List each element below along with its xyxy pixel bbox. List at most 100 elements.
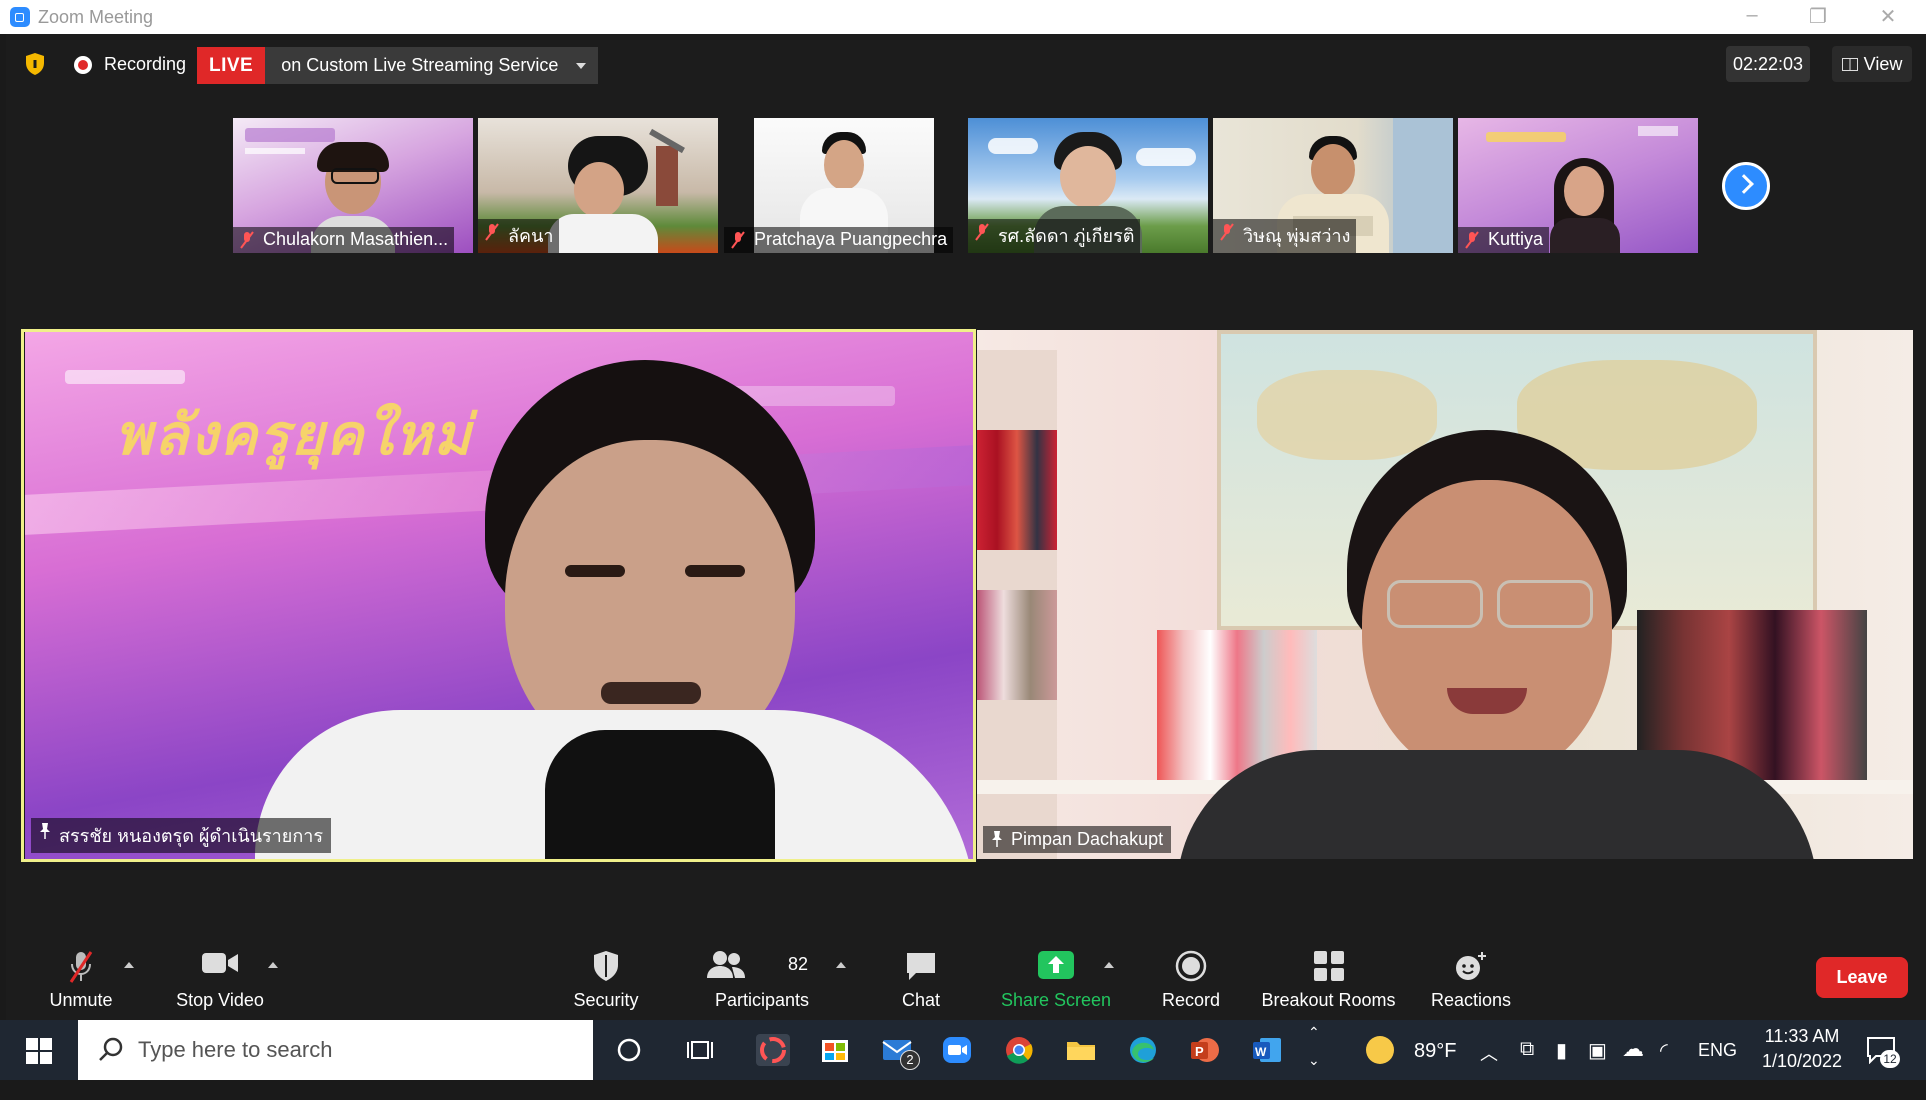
participant-thumbnail[interactable]: Chulakorn Masathien...: [233, 118, 473, 253]
sun-weather-icon: [1366, 1036, 1394, 1064]
close-button[interactable]: ✕: [1868, 4, 1908, 29]
stop-video-button[interactable]: Stop Video: [158, 934, 282, 1020]
wifi-icon[interactable]: ◜: [1660, 1038, 1668, 1098]
show-hidden-icons-chevron-icon[interactable]: ︿: [1480, 1040, 1498, 1100]
participant-thumbnail[interactable]: วิษณุ พุ่มสว่าง: [1213, 118, 1453, 253]
share-screen-button[interactable]: Share Screen: [991, 934, 1121, 1020]
edge-browser-icon[interactable]: [1126, 1034, 1160, 1066]
live-stream-control[interactable]: LIVE on Custom Live Streaming Service: [197, 47, 599, 84]
participants-button[interactable]: 82 Participants: [702, 934, 822, 1020]
muted-mic-icon: [1465, 231, 1479, 249]
leave-button[interactable]: Leave: [1816, 957, 1908, 998]
zoom-app-icon[interactable]: [940, 1034, 974, 1066]
meeting-tray-icon[interactable]: ⧉: [1520, 1038, 1534, 1098]
participant-name: Kuttiya: [1458, 227, 1550, 253]
participant-name: Pratchaya Puangpechra: [724, 227, 954, 253]
view-label: View: [1863, 54, 1903, 74]
window-title: Zoom Meeting: [38, 7, 154, 27]
next-page-arrow-icon[interactable]: [1722, 162, 1770, 210]
recording-indicator-icon[interactable]: [74, 56, 92, 74]
clock-time: 11:33 AM: [1764, 1026, 1840, 1046]
meeting-toolbar: Unmute Stop Video Security 82 Participan…: [6, 934, 1926, 1020]
microphone-tray-icon[interactable]: ▮: [1556, 1038, 1567, 1098]
taskbar-scroll-chevrons[interactable]: ⌃ ⌄: [1302, 1020, 1326, 1080]
muted-mic-icon: [731, 231, 745, 249]
muted-mic-icon: [1220, 223, 1234, 241]
search-icon: [99, 1037, 123, 1061]
participant-thumbnail[interactable]: Pratchaya Puangpechra: [724, 118, 964, 253]
mail-badge: 2: [900, 1050, 920, 1070]
muted-microphone-icon: [69, 951, 93, 983]
record-circle-icon: [1175, 950, 1207, 982]
grid-view-icon: [1841, 58, 1858, 71]
clock-date: 1/10/2022: [1761, 1051, 1843, 1071]
breakout-rooms-button[interactable]: Breakout Rooms: [1251, 934, 1406, 1020]
participant-name-label: Pimpan Dachakupt: [983, 826, 1172, 853]
active-speaker-video[interactable]: พลังครูยุคใหม่ สรรชัย หนองตรุด ผู้ดำเนิน…: [25, 330, 973, 859]
audio-options-chevron-icon[interactable]: [124, 962, 134, 968]
participant-thumbnail[interactable]: Kuttiya: [1458, 118, 1698, 253]
zoom-logo-icon: [10, 7, 30, 27]
chrome-browser-icon[interactable]: [1002, 1034, 1036, 1066]
windows-start-icon[interactable]: [26, 1038, 52, 1064]
view-button[interactable]: View: [1832, 46, 1912, 82]
encryption-shield-icon[interactable]: [24, 52, 46, 76]
record-button[interactable]: Record: [1151, 934, 1231, 1020]
notification-count: 12: [1880, 1050, 1900, 1068]
meeting-timer: 02:22:03: [1726, 46, 1810, 82]
notification-center-icon[interactable]: 12: [1866, 1020, 1906, 1080]
meeting-app-icon[interactable]: [756, 1034, 790, 1066]
search-placeholder: Type here to search: [138, 1037, 333, 1062]
svg-text:W: W: [1255, 1045, 1267, 1059]
participant-thumbnail[interactable]: ลัคนา: [478, 118, 718, 253]
pin-icon: [40, 823, 50, 839]
meeting-topbar: Recording LIVE on Custom Live Streaming …: [6, 34, 1926, 94]
participant-video[interactable]: Pimpan Dachakupt: [977, 330, 1913, 859]
windows-taskbar: Type here to search 2 P W ⌃ ⌄ 89°F ︿ ⧉ ▮ …: [0, 1020, 1926, 1080]
pin-icon: [992, 831, 1002, 847]
reactions-button[interactable]: Reactions: [1421, 934, 1521, 1020]
chat-button[interactable]: Chat: [876, 934, 966, 1020]
participants-icon: [707, 951, 745, 978]
banner-text: พลังครูยุคใหม่: [115, 402, 473, 468]
participant-name: รศ.ลัดดา ภู่เกียรติ: [968, 219, 1141, 253]
task-view-icon[interactable]: [684, 1034, 718, 1066]
share-screen-arrow-icon: [1038, 951, 1074, 979]
participant-name: วิษณุ พุ่มสว่าง: [1213, 219, 1357, 253]
display-tray-icon[interactable]: ▣: [1588, 1038, 1607, 1098]
taskbar-clock[interactable]: 11:33 AM 1/10/2022: [1752, 1020, 1852, 1080]
live-badge: LIVE: [197, 47, 266, 84]
meeting-area: Recording LIVE on Custom Live Streaming …: [6, 34, 1926, 1020]
window-titlebar: Zoom Meeting – ❐ ✕: [0, 0, 1926, 34]
svg-text:P: P: [1195, 1044, 1204, 1059]
participants-count: 82: [788, 954, 809, 974]
taskbar-search-box[interactable]: Type here to search: [78, 1020, 593, 1080]
recording-label[interactable]: Recording: [104, 54, 186, 75]
restore-button[interactable]: ❐: [1798, 4, 1838, 29]
participant-name: Chulakorn Masathien...: [233, 227, 455, 253]
minimize-button[interactable]: –: [1732, 4, 1772, 27]
microsoft-store-icon[interactable]: [818, 1034, 852, 1066]
security-shield-icon: [594, 951, 618, 981]
word-icon[interactable]: W: [1250, 1034, 1284, 1066]
cortana-circle-icon[interactable]: [612, 1034, 646, 1066]
muted-mic-icon: [975, 223, 989, 241]
participant-name: ลัคนา: [478, 219, 560, 253]
live-service-dropdown[interactable]: on Custom Live Streaming Service: [265, 47, 599, 84]
video-camera-icon: [202, 953, 238, 973]
muted-mic-icon: [485, 223, 499, 241]
unmute-button[interactable]: Unmute: [26, 934, 136, 1020]
video-options-chevron-icon[interactable]: [268, 962, 278, 968]
participants-options-chevron-icon[interactable]: [836, 962, 846, 968]
muted-mic-icon: [240, 231, 254, 249]
input-language[interactable]: ENG: [1698, 1040, 1737, 1100]
onedrive-cloud-icon[interactable]: ☁: [1622, 1036, 1644, 1096]
powerpoint-icon[interactable]: P: [1188, 1034, 1222, 1066]
participant-strip: Chulakorn Masathien... ลัคนา Pratchaya P…: [6, 118, 1926, 253]
reaction-smiley-icon: [1456, 952, 1486, 980]
security-button[interactable]: Security: [551, 934, 661, 1020]
participant-thumbnail[interactable]: รศ.ลัดดา ภู่เกียรติ: [968, 118, 1208, 253]
mail-icon[interactable]: 2: [880, 1034, 920, 1070]
share-options-chevron-icon[interactable]: [1104, 962, 1114, 968]
file-explorer-icon[interactable]: [1064, 1034, 1098, 1066]
